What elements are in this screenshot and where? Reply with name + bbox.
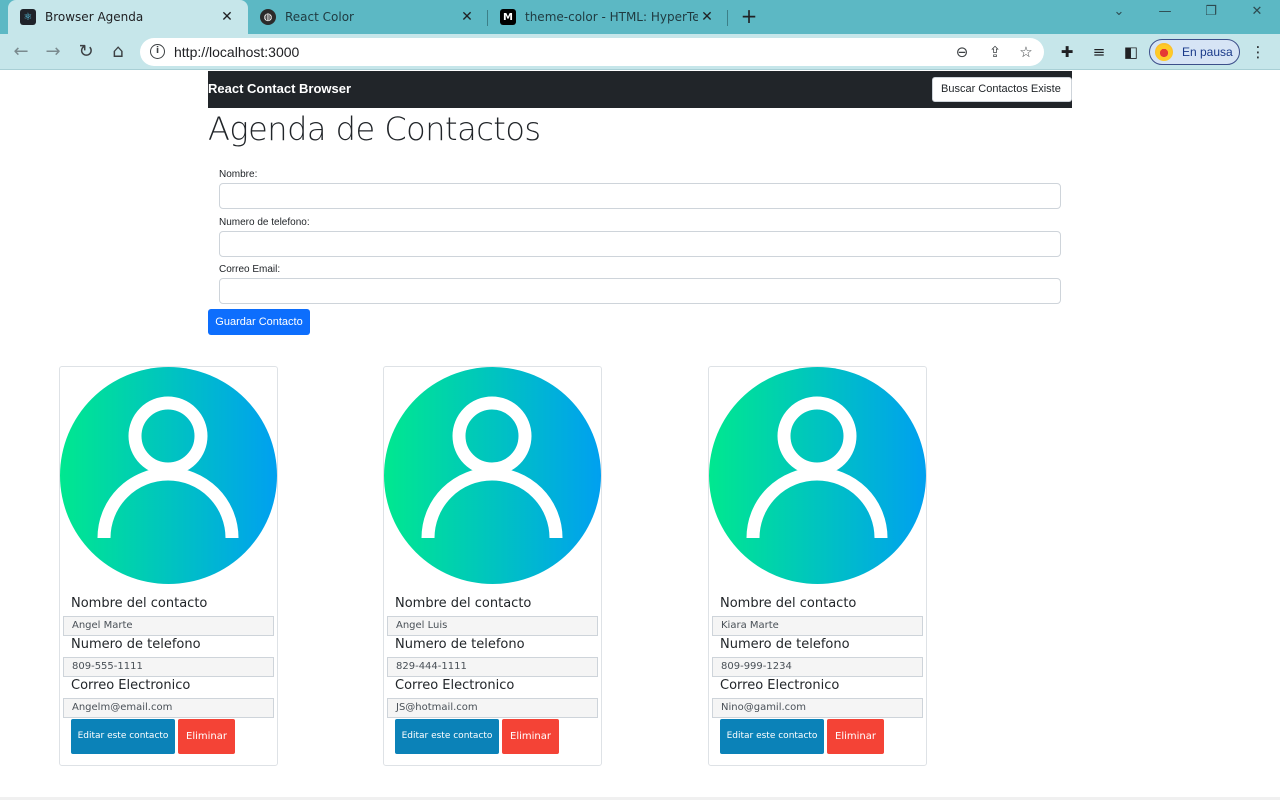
home-icon[interactable]: ⌂	[107, 41, 129, 63]
tab-title: React Color	[285, 10, 354, 24]
contact-email-value: Angelm@email.com	[63, 698, 274, 718]
contact-phone-label: Numero de telefono	[395, 637, 525, 652]
address-bar[interactable]: i http://localhost:3000 ⊖ ⇪ ☆	[140, 38, 1044, 66]
browser-toolbar: ← → ↻ ⌂ i http://localhost:3000 ⊖ ⇪ ☆ ✚ …	[0, 34, 1280, 70]
tab-browser-agenda[interactable]: ⚛ Browser Agenda ✕	[8, 0, 248, 34]
url-text: http://localhost:3000	[174, 44, 300, 60]
edit-contact-button[interactable]: Editar este contacto	[71, 719, 175, 754]
close-icon[interactable]: ✕	[698, 9, 716, 25]
contact-email-label: Correo Electronico	[720, 678, 840, 693]
tab-title: Browser Agenda	[45, 10, 144, 24]
reload-icon[interactable]: ↻	[75, 41, 97, 63]
save-contact-button[interactable]: Guardar Contacto	[208, 309, 310, 335]
restore-button[interactable]: ❐	[1188, 4, 1234, 26]
site-info-icon[interactable]: i	[150, 44, 165, 59]
tab-divider	[727, 10, 728, 26]
edit-contact-button[interactable]: Editar este contacto	[395, 719, 499, 754]
user-avatar-icon	[60, 367, 277, 584]
contact-card: Nombre del contacto Angel Marte Numero d…	[59, 366, 278, 766]
edit-contact-button[interactable]: Editar este contacto	[720, 719, 824, 754]
tab-title: theme-color - HTML: HyperText M	[525, 10, 698, 24]
delete-contact-button[interactable]: Eliminar	[178, 719, 235, 754]
close-icon[interactable]: ✕	[218, 9, 236, 25]
contact-email-value: JS@hotmail.com	[387, 698, 598, 718]
bookmark-star-icon[interactable]: ☆	[1016, 42, 1036, 62]
tab-theme-color[interactable]: M theme-color - HTML: HyperText M ✕	[488, 0, 728, 34]
contact-email-label: Correo Electronico	[395, 678, 515, 693]
minimize-button[interactable]: —	[1142, 4, 1188, 26]
new-tab-button[interactable]: +	[738, 6, 760, 28]
forward-arrow-icon[interactable]: →	[42, 41, 64, 63]
app-navbar: React Contact Browser Buscar Contactos E…	[208, 71, 1072, 108]
phone-field[interactable]	[219, 231, 1061, 257]
phone-label: Numero de telefono:	[219, 217, 310, 228]
contact-card: Nombre del contacto Angel Luis Numero de…	[383, 366, 602, 766]
email-field[interactable]	[219, 278, 1061, 304]
mdn-icon: M	[500, 9, 516, 25]
search-input[interactable]: Buscar Contactos Existe	[932, 77, 1072, 102]
page-title: Agenda de Contactos	[208, 110, 541, 148]
name-label: Nombre:	[219, 169, 258, 180]
user-avatar-icon	[384, 367, 601, 584]
contact-phone-value: 809-999-1234	[712, 657, 923, 677]
profile-avatar	[1155, 43, 1173, 61]
zoom-icon[interactable]: ⊖	[952, 42, 972, 62]
user-avatar-icon	[709, 367, 926, 584]
media-control-icon[interactable]: ≡	[1089, 42, 1109, 62]
email-label: Correo Email:	[219, 264, 281, 275]
contact-email-label: Correo Electronico	[71, 678, 191, 693]
contact-name-value: Kiara Marte	[712, 616, 923, 636]
close-icon[interactable]: ✕	[458, 9, 476, 25]
share-icon[interactable]: ⇪	[985, 42, 1005, 62]
contact-name-value: Angel Marte	[63, 616, 274, 636]
contact-card: Nombre del contacto Kiara Marte Numero d…	[708, 366, 927, 766]
side-panel-icon[interactable]: ◧	[1121, 42, 1141, 62]
profile-label: En pausa	[1182, 45, 1233, 59]
delete-contact-button[interactable]: Eliminar	[502, 719, 559, 754]
profile-button[interactable]: En pausa	[1149, 39, 1240, 65]
menu-kebab-icon[interactable]: ⋮	[1248, 42, 1268, 62]
delete-contact-button[interactable]: Eliminar	[827, 719, 884, 754]
globe-icon: ◍	[260, 9, 276, 25]
browser-tab-bar: ⚛ Browser Agenda ✕ ◍ React Color ✕ M the…	[0, 0, 1280, 34]
contact-name-label: Nombre del contacto	[395, 596, 532, 611]
brand-title[interactable]: React Contact Browser	[208, 81, 351, 96]
extensions-icon[interactable]: ✚	[1057, 42, 1077, 62]
contact-name-value: Angel Luis	[387, 616, 598, 636]
close-window-button[interactable]: ✕	[1234, 4, 1280, 26]
contact-phone-value: 809-555-1111	[63, 657, 274, 677]
contact-name-label: Nombre del contacto	[71, 596, 208, 611]
react-icon: ⚛	[20, 9, 36, 25]
contact-phone-value: 829-444-1111	[387, 657, 598, 677]
back-arrow-icon[interactable]: ←	[10, 41, 32, 63]
tab-search-chevron-icon[interactable]: ⌄	[1096, 4, 1142, 26]
contact-phone-label: Numero de telefono	[71, 637, 201, 652]
contact-phone-label: Numero de telefono	[720, 637, 850, 652]
contact-email-value: Nino@gamil.com	[712, 698, 923, 718]
name-field[interactable]	[219, 183, 1061, 209]
tab-react-color[interactable]: ◍ React Color ✕	[248, 0, 488, 34]
contact-name-label: Nombre del contacto	[720, 596, 857, 611]
